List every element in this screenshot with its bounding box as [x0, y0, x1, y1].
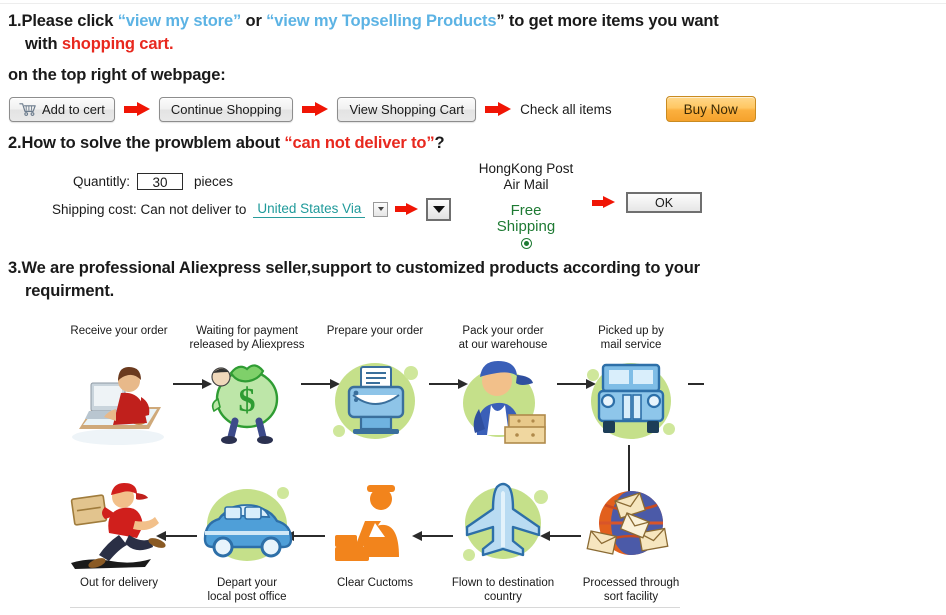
section-2-heading-suffix: ?: [434, 134, 445, 152]
flow-step-picked-up: Picked up by mail service: [567, 325, 695, 449]
free-shipping-line-2: Shipping: [496, 218, 556, 235]
flow-step-caption: Pack your order at our warehouse: [458, 325, 548, 351]
arrow-right-icon-4: [395, 202, 419, 216]
section-1-line-1: 1.Please click “view my store” or “view …: [8, 10, 938, 33]
shipping-option: HongKong Post Air Mail Free Shipping: [470, 161, 582, 249]
section-2-heading: 2.How to solve the prowblem about “can n…: [8, 134, 445, 153]
section-1-text-prefix: 1.Please click: [8, 12, 118, 30]
section-1-text-mid: or: [241, 12, 267, 30]
page-root: 1.Please click “view my store” or “view …: [0, 0, 946, 615]
quantity-input[interactable]: 30: [137, 172, 183, 190]
worker-with-boxes-icon: [447, 353, 559, 449]
shipping-form: Quantitly: 30 pieces Shipping cost: Can …: [52, 170, 452, 221]
section-3-heading: 3.We are professional Aliexpress seller,…: [8, 257, 918, 303]
add-to-cart-button[interactable]: Add to cert: [9, 96, 115, 122]
pieces-label: pieces: [194, 173, 234, 189]
flow-step-prepare-order: Prepare your order: [311, 325, 439, 449]
section-1-instructions: 1.Please click “view my store” or “view …: [8, 10, 938, 87]
flow-row-top: Receive your order Waiting for payment r…: [55, 325, 695, 449]
view-my-store-link[interactable]: “view my store”: [118, 12, 242, 30]
arrow-right-icon-1: [123, 101, 150, 117]
flow-step-caption: Picked up by mail service: [598, 325, 664, 351]
radio-selected-dot-icon: [523, 241, 529, 246]
printer-icon: [319, 353, 431, 449]
shipping-cost-row: Shipping cost: Can not deliver to United…: [52, 197, 452, 221]
flow-row-bottom: Out for delivery Depart your local post …: [55, 477, 695, 605]
section-3-line-2: requirment.: [25, 282, 115, 300]
flow-step-caption: Receive your order: [70, 325, 168, 337]
flow-step-clear-customs: Clear Cuctoms: [311, 477, 439, 605]
flow-step-receive-order: Receive your order: [55, 325, 183, 449]
flow-step-pack-order: Pack your order at our warehouse: [439, 325, 567, 449]
cannot-deliver-emphasis: “can not deliver to”: [284, 134, 435, 152]
airplane-icon: [447, 477, 559, 573]
flow-step-flown-to-destination: Flown to destination country: [439, 477, 567, 605]
view-topselling-products-link[interactable]: “view my Topselling Products: [266, 12, 496, 30]
flow-step-caption: Processed through sort facility: [582, 577, 680, 603]
globe-mail-icon: [575, 477, 687, 573]
section-1-line-3: on the top right of webpage:: [8, 66, 226, 84]
flow-step-depart-post-office: Depart your local post office: [183, 477, 311, 605]
section-1-line-2-prefix: with: [25, 35, 62, 53]
flow-step-processed-sort-facility: Processed through sort facility: [567, 477, 695, 605]
truck-icon: [575, 353, 687, 449]
view-shopping-cart-label: View Shopping Cart: [349, 101, 465, 117]
quantity-label: Quantitly:: [72, 173, 130, 189]
flow-step-caption: Clear Cuctoms: [336, 577, 414, 589]
continue-shopping-button[interactable]: Continue Shopping: [158, 96, 294, 122]
arrow-right-icon-3: [485, 101, 512, 117]
country-select-value[interactable]: United States Via: [253, 201, 366, 218]
ok-button[interactable]: OK: [626, 192, 702, 213]
section-3-line-1: 3.We are professional Aliexpress seller,…: [8, 259, 700, 277]
checkout-steps-row: Add to cert Continue Shopping View Shopp…: [9, 93, 756, 125]
shopping-cart-emphasis: shopping cart.: [61, 35, 174, 53]
flow-step-out-for-delivery: Out for delivery: [55, 477, 183, 605]
arrow-right-icon-2: [302, 101, 329, 117]
section-1-text-suffix: ” to get more items you want: [496, 12, 719, 30]
flow-step-caption: Waiting for payment released by Aliexpres…: [189, 325, 305, 351]
chevron-down-icon-large: [432, 205, 445, 213]
order-process-flow-diagram: Receive your order Waiting for payment r…: [55, 325, 704, 610]
view-shopping-cart-button[interactable]: View Shopping Cart: [337, 96, 477, 122]
country-dropdown-highlight[interactable]: [426, 197, 452, 221]
section-2-heading-prefix: 2.How to solve the prowblem about: [8, 134, 285, 152]
carrier-name-line-2: Air Mail: [503, 176, 549, 192]
money-bag-icon: $: [191, 353, 303, 449]
delivery-van-icon: [191, 477, 303, 573]
arrow-right-icon-5: [592, 196, 616, 209]
country-dropdown-toggle[interactable]: [373, 201, 389, 217]
shopping-cart-icon: [19, 102, 37, 116]
top-divider: [0, 3, 946, 4]
person-at-computer-icon: [63, 353, 175, 449]
flow-step-caption: Out for delivery: [80, 577, 158, 589]
buy-now-button[interactable]: Buy Now: [665, 96, 756, 122]
check-all-items-label: Check all items: [520, 101, 612, 117]
buy-now-label: Buy Now: [683, 101, 738, 117]
free-shipping-line-1: Free: [510, 202, 542, 219]
shipping-cost-label: Shipping cost: Can not deliver to: [52, 201, 247, 217]
free-shipping-radio[interactable]: [520, 238, 532, 249]
flow-step-waiting-payment: Waiting for payment released by Aliexpres…: [183, 325, 311, 449]
flow-step-caption: Prepare your order: [326, 325, 424, 337]
add-to-cart-label: Add to cert: [42, 101, 105, 117]
flow-step-caption: Depart your local post office: [207, 577, 287, 603]
carrier-name-line-1: HongKong Post: [478, 161, 574, 176]
section-1-line-2: with shopping cart.: [25, 33, 938, 56]
courier-running-icon: [63, 477, 175, 573]
ok-action-group: OK: [592, 192, 702, 213]
bottom-divider: [70, 607, 680, 608]
flow-step-caption: Flown to destination country: [451, 577, 555, 603]
continue-shopping-label: Continue Shopping: [170, 101, 282, 117]
customs-officer-icon: [319, 477, 431, 573]
chevron-down-icon-small: [377, 207, 384, 211]
quantity-row: Quantitly: 30 pieces: [52, 170, 451, 192]
svg-text:$: $: [239, 382, 256, 419]
